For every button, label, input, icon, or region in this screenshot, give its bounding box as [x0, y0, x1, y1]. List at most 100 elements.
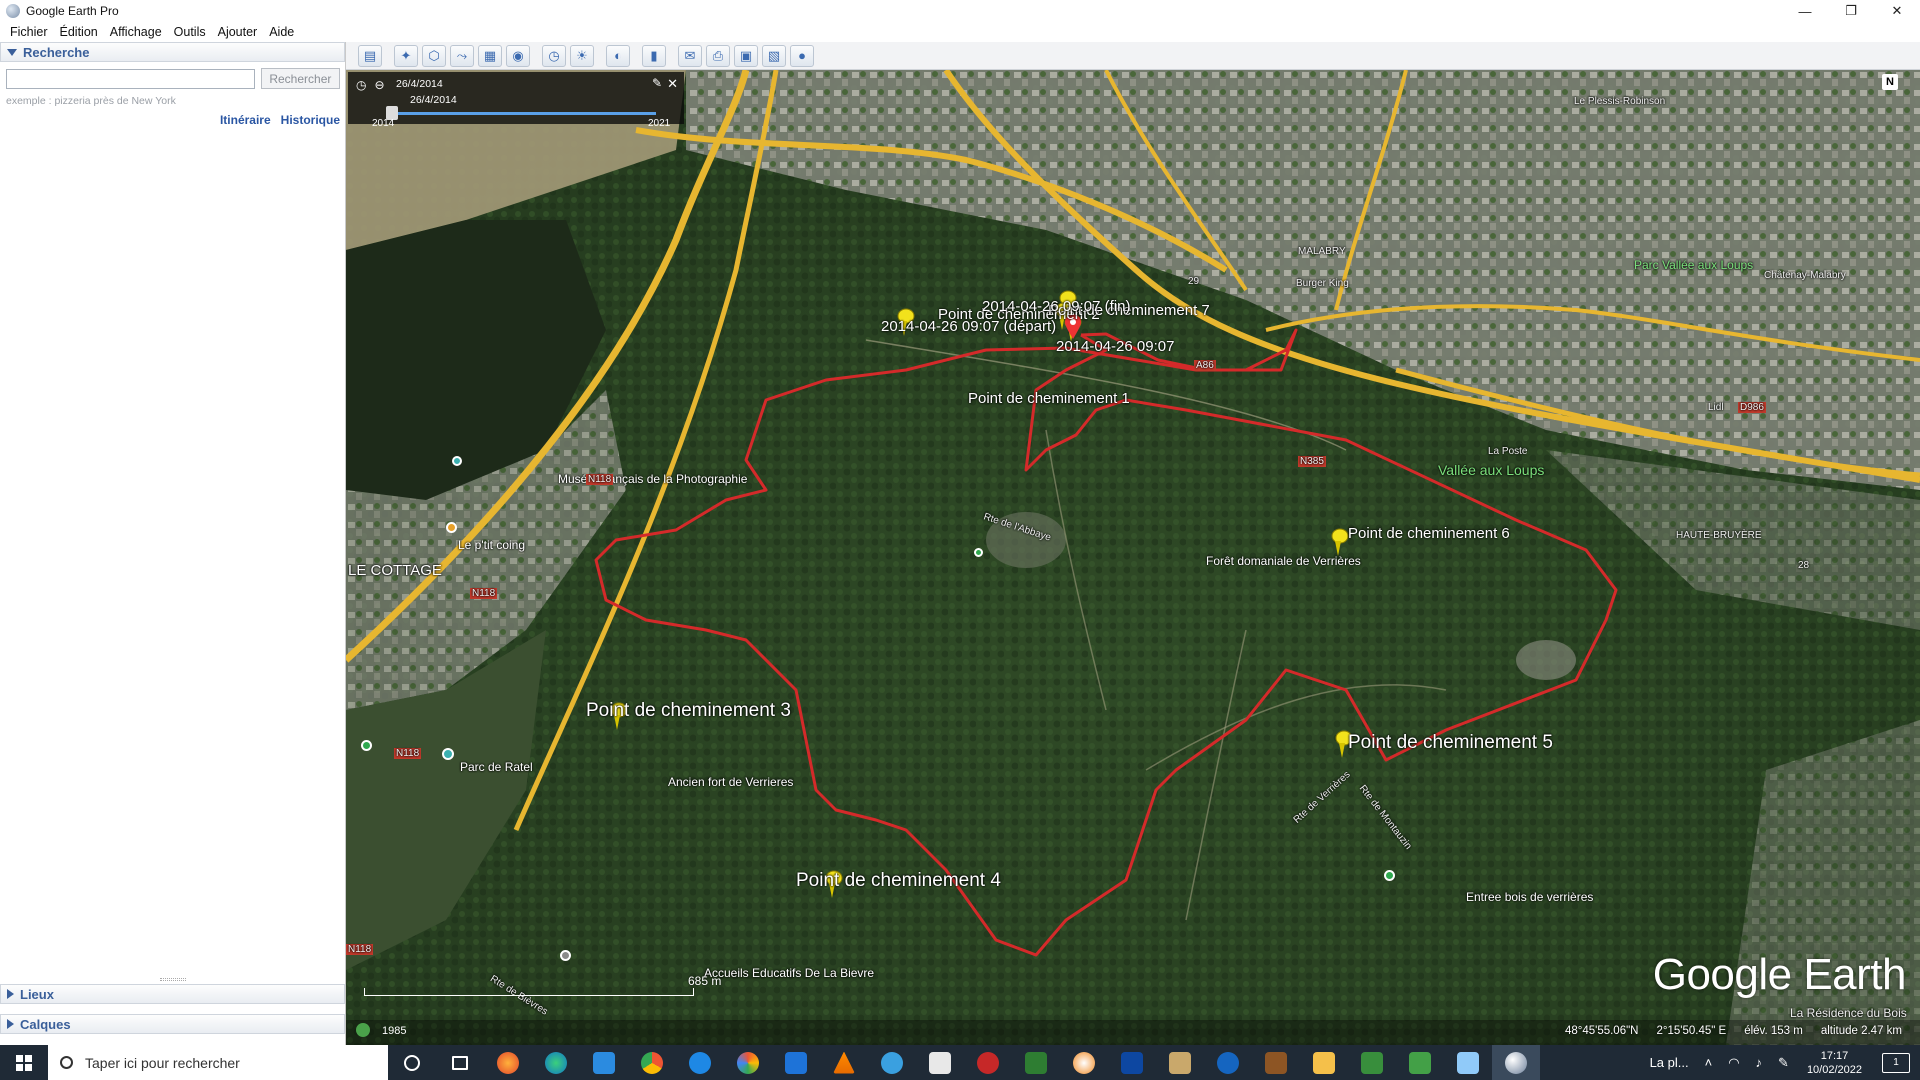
zoom-out-icon[interactable]: ⊖	[374, 78, 384, 92]
spreadsheet-icon[interactable]	[1348, 1045, 1396, 1080]
places-panel-title: Lieux	[20, 986, 54, 1002]
scale-bar	[364, 988, 694, 996]
road-n118-label-1: N118	[586, 474, 614, 485]
close-icon[interactable]: ✕	[667, 76, 678, 92]
itinerary-link[interactable]: Itinéraire	[220, 113, 271, 127]
photos-icon[interactable]	[724, 1045, 772, 1080]
edge-icon[interactable]	[532, 1045, 580, 1080]
historical-imagery-icon[interactable]: ◷	[542, 44, 566, 67]
close-app-icon[interactable]	[964, 1045, 1012, 1080]
view-in-maps-icon[interactable]: ▧	[762, 44, 786, 67]
planets-icon[interactable]: ◐	[606, 44, 630, 67]
places-panel-header[interactable]: Lieux	[0, 984, 345, 1004]
road-n118-label-2: N118	[470, 588, 498, 599]
sun-icon[interactable]: ☀	[570, 44, 594, 67]
historical-imagery-status-icon[interactable]	[356, 1023, 370, 1037]
time-slider-track[interactable]	[386, 112, 656, 115]
google-earth-task-icon[interactable]	[1492, 1045, 1540, 1080]
road-28-label: 28	[1798, 560, 1810, 571]
image-overlay-icon[interactable]: ▦	[478, 44, 502, 67]
vlc-icon[interactable]	[820, 1045, 868, 1080]
museum-poi-icon[interactable]	[452, 456, 462, 466]
menu-ajouter[interactable]: Ajouter	[212, 25, 264, 39]
search-panel-header[interactable]: Recherche	[0, 42, 345, 62]
park-poi-icon[interactable]	[361, 740, 372, 751]
home-app-icon[interactable]	[1396, 1045, 1444, 1080]
park-ratel-label: Parc de Ratel	[460, 760, 533, 774]
time-slider-start-year: 2014	[372, 118, 395, 129]
app-op-icon[interactable]	[1108, 1045, 1156, 1080]
clock[interactable]: 17:17 10/02/2022	[1797, 1049, 1872, 1077]
education-poi-icon[interactable]	[560, 950, 571, 961]
book-icon[interactable]	[1252, 1045, 1300, 1080]
clock-icon[interactable]: ◷	[356, 78, 366, 92]
pen-icon[interactable]: ✎	[1770, 1055, 1797, 1071]
shop-poi-icon[interactable]	[446, 522, 457, 533]
skype-like-icon[interactable]	[676, 1045, 724, 1080]
polygon-icon[interactable]: ⬡	[422, 44, 446, 67]
email-icon[interactable]: ✉	[678, 44, 702, 67]
post-office-label: La Poste	[1488, 446, 1528, 457]
network-icon[interactable]: ◠	[1720, 1055, 1747, 1071]
menu-outils[interactable]: Outils	[168, 25, 212, 39]
minimize-button[interactable]: —	[1782, 0, 1828, 22]
sidebar-icon[interactable]: ▤	[358, 44, 382, 67]
menu-fichier[interactable]: Fichier	[4, 25, 54, 39]
record-tour-icon[interactable]: ◉	[506, 44, 530, 67]
file-explorer-icon[interactable]	[1300, 1045, 1348, 1080]
bluetooth-icon[interactable]	[1204, 1045, 1252, 1080]
panel-resize-handle[interactable]	[160, 978, 186, 981]
save-image-icon[interactable]: ▣	[734, 44, 758, 67]
wrench-icon[interactable]: ✎	[652, 76, 662, 90]
menu-aide[interactable]: Aide	[263, 25, 300, 39]
chrome-icon[interactable]	[628, 1045, 676, 1080]
path-icon[interactable]: ⤳	[450, 44, 474, 67]
search-button[interactable]: Rechercher	[260, 68, 340, 89]
map-view[interactable]: Point de cheminement 2 Point de cheminem…	[346, 70, 1920, 1045]
clock-date: 10/02/2022	[1806, 1063, 1862, 1076]
satellite-imagery	[346, 70, 1920, 1045]
notification-icon[interactable]: 1	[1882, 1052, 1910, 1073]
placemark-icon[interactable]: ✦	[394, 44, 418, 67]
ruler-icon[interactable]: ▮	[642, 44, 666, 67]
taskbar-search[interactable]: Taper ici pour rechercher	[48, 1045, 388, 1080]
search-input[interactable]	[6, 68, 255, 89]
start-button[interactable]	[0, 1045, 48, 1080]
tool-icon[interactable]	[1156, 1045, 1204, 1080]
menu-edition[interactable]: Édition	[54, 25, 104, 39]
browser-icon[interactable]	[1060, 1045, 1108, 1080]
track-point-time-label: 2014-04-26 09:07	[1056, 338, 1175, 355]
history-link[interactable]: Historique	[281, 113, 340, 127]
fort-label: Ancien fort de Verrieres	[668, 775, 794, 789]
clock-time: 17:17	[1820, 1049, 1849, 1062]
imagery-year: 1985	[382, 1025, 407, 1037]
compass-icon[interactable]: N	[1882, 74, 1898, 90]
chevron-up-icon[interactable]: ˄	[1697, 1055, 1721, 1070]
firefox-icon[interactable]	[484, 1045, 532, 1080]
waypoint-3-label: Point de cheminement 3	[586, 700, 791, 721]
entrance-poi-icon[interactable]	[1384, 870, 1395, 881]
entrance-label: Entree bois de verrières	[1466, 890, 1594, 904]
time-slider-current-date: 26/4/2014	[410, 94, 457, 106]
time-slider[interactable]: ◷ ⊖ 26/4/2014 26/4/2014 ✎ ✕ 2014 2021	[348, 72, 684, 129]
calendar-icon[interactable]	[916, 1045, 964, 1080]
forest-poi-icon[interactable]	[974, 548, 983, 557]
close-button[interactable]: ✕	[1874, 0, 1920, 22]
maximize-button[interactable]: ❐	[1828, 0, 1874, 22]
print-icon[interactable]: ⎙	[706, 44, 730, 67]
chatenay-label: Châtenay-Malabry	[1764, 270, 1846, 281]
pdf-icon[interactable]	[1012, 1045, 1060, 1080]
mail-icon[interactable]	[772, 1045, 820, 1080]
cortana-icon[interactable]	[388, 1045, 436, 1080]
volume-icon[interactable]: ♪	[1748, 1055, 1771, 1070]
layers-panel-header[interactable]: Calques	[0, 1014, 345, 1034]
windows-taskbar: Taper ici pour rechercher La pl... ˄ ◠ ♪…	[0, 1045, 1920, 1080]
weather-widget[interactable]: La pl...	[1642, 1055, 1697, 1070]
task-view-icon[interactable]	[436, 1045, 484, 1080]
search-app-icon[interactable]	[868, 1045, 916, 1080]
menu-affichage[interactable]: Affichage	[104, 25, 168, 39]
notepad-icon[interactable]	[1444, 1045, 1492, 1080]
earth-icon[interactable]: ●	[790, 44, 814, 67]
fort-poi-icon[interactable]	[442, 748, 454, 760]
store-icon[interactable]	[580, 1045, 628, 1080]
